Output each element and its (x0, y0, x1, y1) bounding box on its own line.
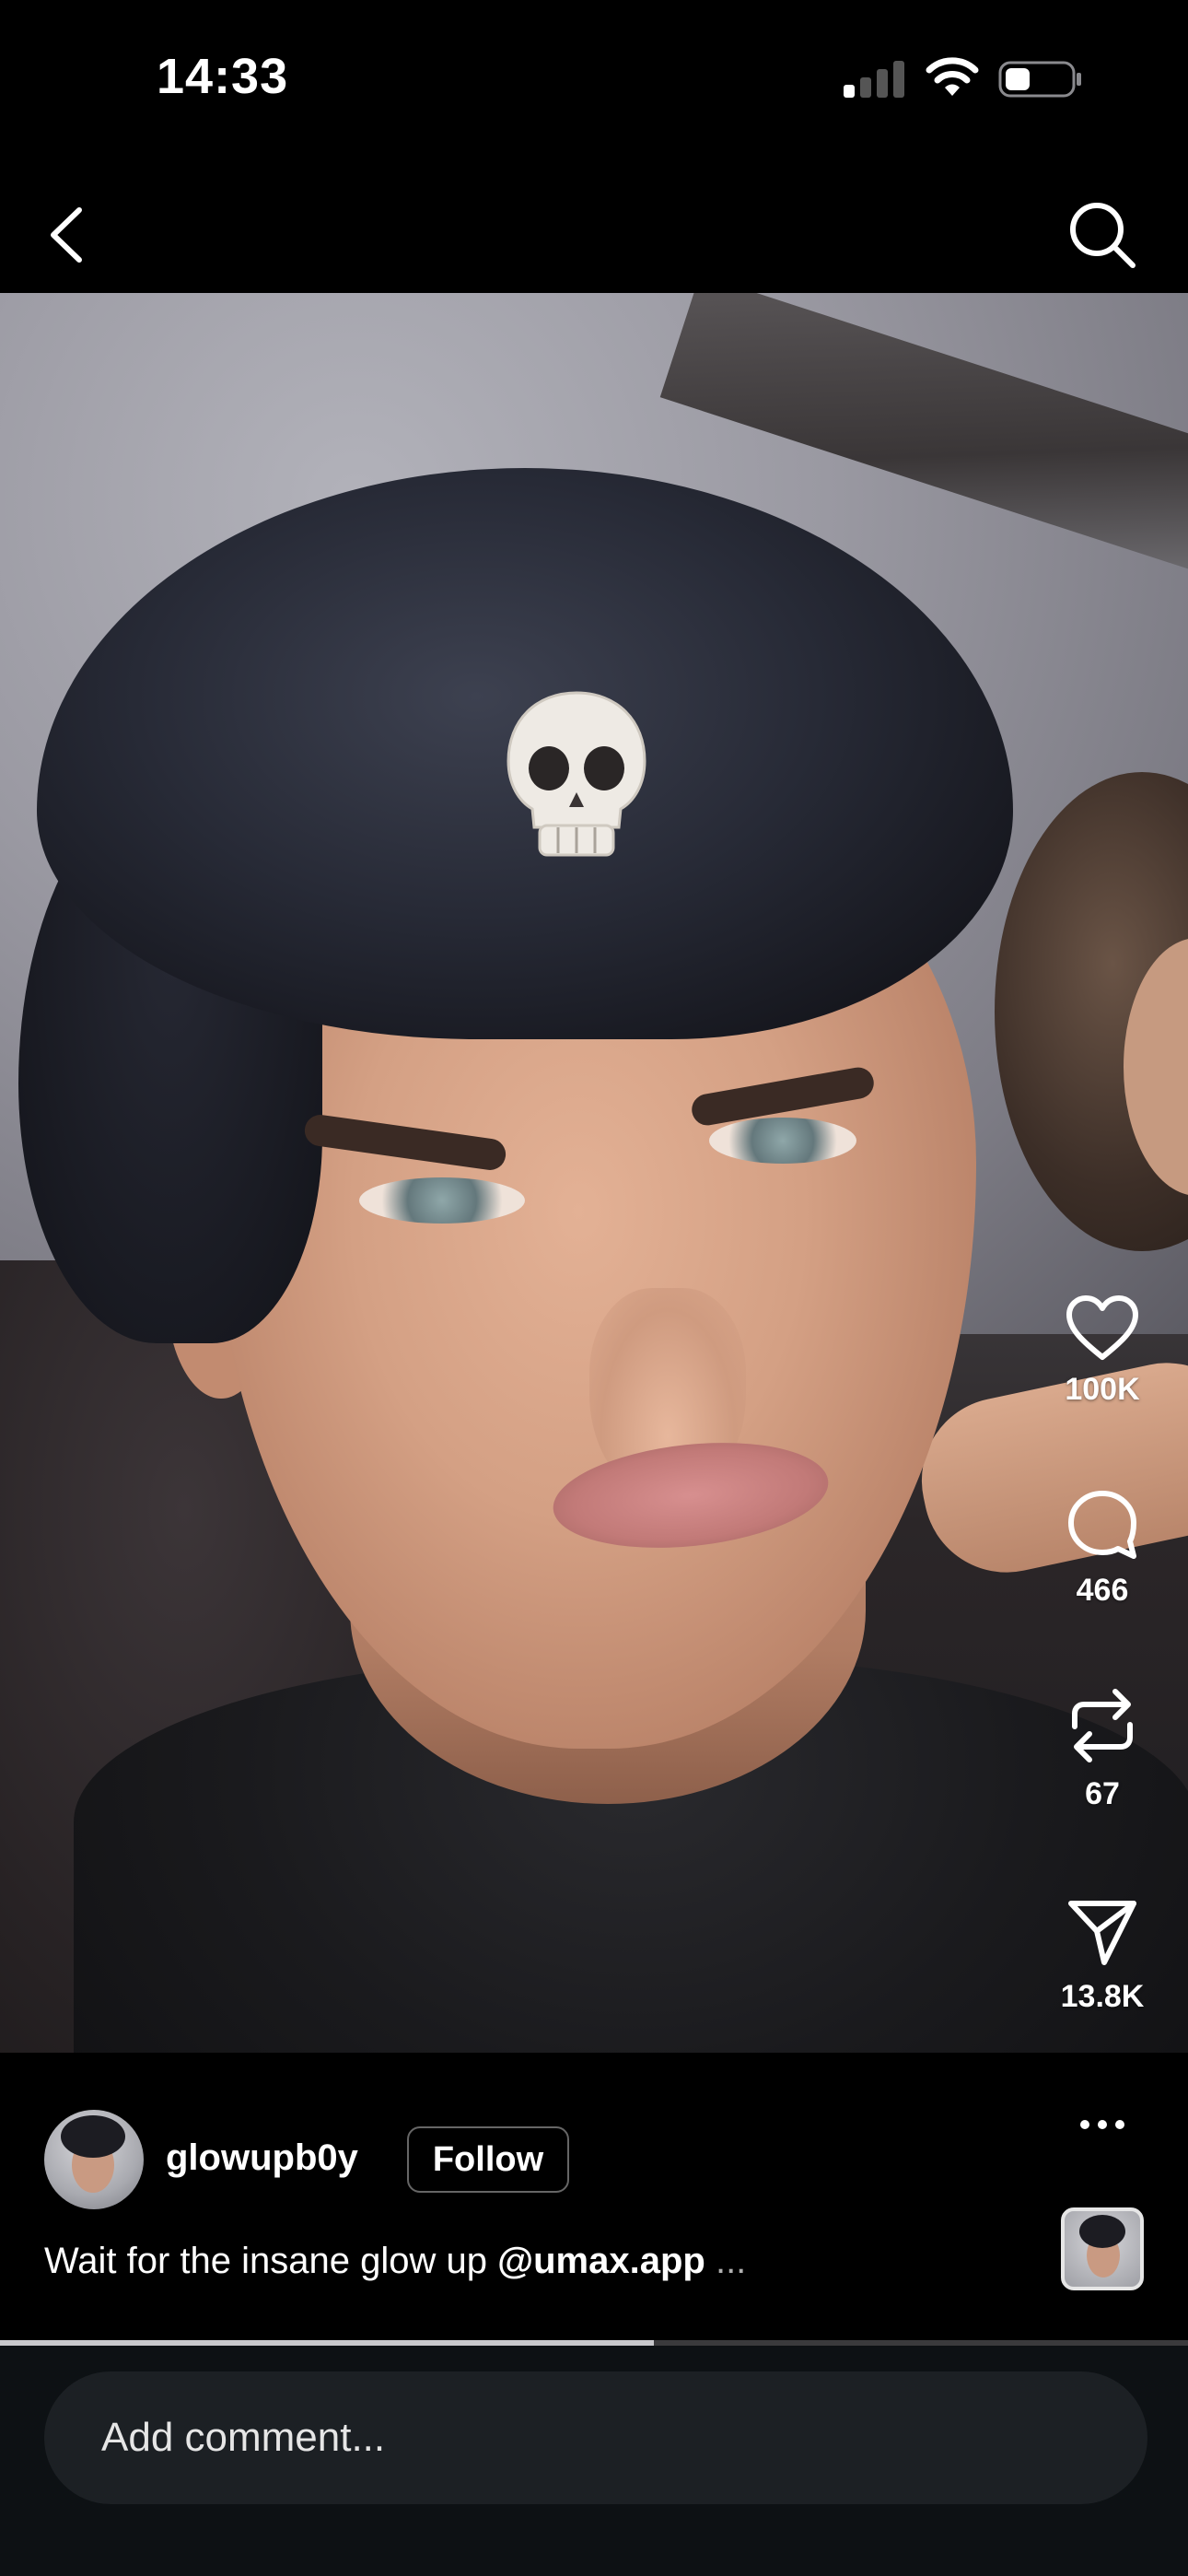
skull-sticker (507, 691, 646, 857)
search-icon (1070, 203, 1136, 268)
share-count: 13.8K (1060, 1979, 1145, 2014)
cellular-signal-icon (844, 61, 904, 98)
nav-bar (0, 166, 1188, 293)
repost-icon (1072, 1689, 1133, 1762)
comment-bubble-icon (1068, 1491, 1136, 1559)
heart-icon (1066, 1295, 1138, 1360)
add-comment-input[interactable] (44, 2371, 1147, 2504)
avatar[interactable] (44, 2110, 144, 2209)
battery-icon (998, 61, 1081, 98)
repost-button[interactable]: 67 (1059, 1686, 1146, 1812)
status-bar: 14:33 (0, 0, 1188, 166)
caption-more[interactable]: ... (705, 2241, 746, 2281)
chevron-left-icon (51, 207, 82, 263)
status-time: 14:33 (157, 49, 289, 104)
username[interactable]: glowupb0y (166, 2137, 358, 2179)
post-info: glowupb0y Follow Wait for the insane glo… (0, 2053, 1188, 2340)
post-photo[interactable] (0, 293, 1188, 2053)
post-caption[interactable]: Wait for the insane glow up @umax.app ..… (44, 2241, 746, 2282)
audio-thumbnail[interactable] (1061, 2207, 1144, 2290)
share-button[interactable]: 13.8K (1042, 1898, 1162, 2015)
comment-button[interactable]: 466 (1059, 1488, 1146, 1609)
back-button[interactable] (42, 205, 94, 265)
send-icon (1068, 1901, 1136, 1965)
like-button[interactable]: 100K (1059, 1294, 1146, 1408)
like-count: 100K (1065, 1372, 1140, 1407)
more-options-icon[interactable] (1079, 2115, 1125, 2134)
comment-count: 466 (1076, 1573, 1129, 1608)
comment-bar (0, 2346, 1188, 2576)
repost-count: 67 (1085, 1776, 1120, 1811)
caption-mention[interactable]: @umax.app (497, 2241, 705, 2281)
wifi-icon (926, 57, 979, 96)
search-button[interactable] (1066, 199, 1136, 269)
follow-button[interactable]: Follow (407, 2126, 569, 2193)
caption-text: Wait for the insane glow up (44, 2241, 498, 2281)
